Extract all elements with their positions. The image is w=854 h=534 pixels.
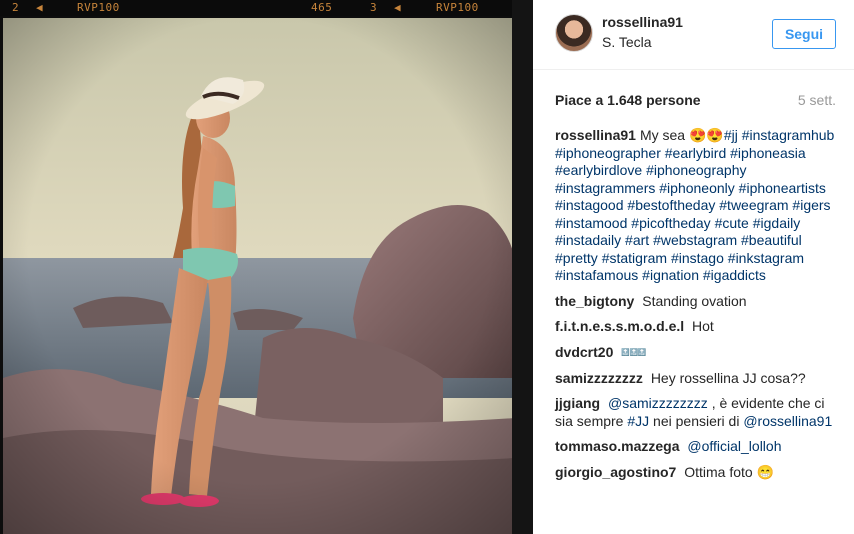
comment-mention[interactable]: @official_lolloh bbox=[687, 438, 781, 454]
post-username[interactable]: rossellina91 bbox=[602, 14, 683, 30]
hashtag-link[interactable]: #tweegram bbox=[719, 197, 788, 213]
hashtag-link[interactable]: #earlybird bbox=[665, 145, 726, 161]
heart-eyes-emoji: 😍😍 bbox=[688, 127, 724, 143]
hashtag-link[interactable]: #pretty bbox=[555, 250, 598, 266]
hashtag-link[interactable]: #ignation bbox=[642, 267, 699, 283]
comment-username[interactable]: jjgiang bbox=[555, 395, 600, 411]
hashtag-link[interactable]: #instago bbox=[671, 250, 724, 266]
comments-list: rossellina91 My sea 😍😍#jj #instagramhub #… bbox=[555, 127, 845, 489]
comment-item: dvdcrt20 🔝🔝🔝 bbox=[555, 344, 845, 362]
photo-panel: 2 ◀ RVP100 465 3 ◀ RVP100 bbox=[0, 0, 533, 534]
hashtag-link[interactable]: #inkstagram bbox=[728, 250, 804, 266]
hashtag-link[interactable]: #instagood bbox=[555, 197, 624, 213]
comment-item: f.i.t.n.e.s.s.m.o.d.e.l Hot bbox=[555, 318, 845, 336]
post-time[interactable]: 5 sett. bbox=[798, 92, 836, 108]
film-label-left: RVP100 bbox=[77, 1, 120, 14]
film-frame-number-right: 3 bbox=[370, 1, 378, 14]
hashtag-link[interactable]: #instagrammers bbox=[555, 180, 655, 196]
film-frame-number-left: 2 bbox=[12, 1, 20, 14]
top-emoji: 🔝🔝🔝 bbox=[621, 349, 646, 357]
beach-photo-image bbox=[3, 18, 512, 534]
follow-button[interactable]: Segui bbox=[772, 19, 836, 49]
comment-username[interactable]: dvdcrt20 bbox=[555, 344, 613, 360]
hashtag-link[interactable]: #picoftheday bbox=[631, 215, 710, 231]
hashtag-link[interactable]: #webstagram bbox=[653, 232, 737, 248]
hashtag-link[interactable]: #beautiful bbox=[741, 232, 802, 248]
likes-count[interactable]: Piace a 1.648 persone bbox=[555, 92, 701, 108]
film-arrow-right: ◀ bbox=[394, 1, 402, 14]
hashtag-link[interactable]: #bestoftheday bbox=[627, 197, 715, 213]
caption-username[interactable]: rossellina91 bbox=[555, 127, 636, 143]
hashtag-link[interactable]: #iphoneartists bbox=[739, 180, 826, 196]
hashtag-link[interactable]: #igdaily bbox=[753, 215, 800, 231]
caption: rossellina91 My sea 😍😍#jj #instagramhub #… bbox=[555, 127, 845, 285]
likes-row: Piace a 1.648 persone 5 sett. bbox=[533, 70, 854, 126]
hashtag-link[interactable]: #igers bbox=[792, 197, 830, 213]
post-location[interactable]: S. Tecla bbox=[602, 34, 652, 50]
film-label-right: RVP100 bbox=[436, 1, 479, 14]
comment-item: tommaso.mazzega @official_lolloh bbox=[555, 438, 845, 456]
post-header: rossellina91 S. Tecla Segui bbox=[533, 0, 854, 70]
comment-username[interactable]: the_bigtony bbox=[555, 293, 634, 309]
comment-text: Hot bbox=[692, 318, 714, 334]
photo-edge bbox=[512, 0, 533, 534]
comment-username[interactable]: f.i.t.n.e.s.s.m.o.d.e.l bbox=[555, 318, 684, 334]
comment-item: giorgio_agostino7 Ottima foto 😁 bbox=[555, 464, 845, 482]
hashtag-link[interactable]: #instagramhub bbox=[742, 127, 835, 143]
comment-username[interactable]: giorgio_agostino7 bbox=[555, 464, 676, 480]
hashtag-link[interactable]: #jj bbox=[724, 127, 738, 143]
post-sidebar: rossellina91 S. Tecla Segui Piace a 1.64… bbox=[533, 0, 854, 534]
film-arrow-left: ◀ bbox=[36, 1, 44, 14]
hashtag-link[interactable]: #instafamous bbox=[555, 267, 638, 283]
hashtag-link[interactable]: #iphoneasia bbox=[730, 145, 806, 161]
comment-item: the_bigtony Standing ovation bbox=[555, 293, 845, 311]
post-photo[interactable] bbox=[0, 18, 512, 534]
film-strip-border: 2 ◀ RVP100 465 3 ◀ RVP100 bbox=[0, 0, 533, 16]
film-frame-count: 465 bbox=[311, 1, 333, 14]
comment-text: Hey rossellina JJ cosa?? bbox=[650, 369, 806, 386]
comment-hashtag[interactable]: #JJ bbox=[627, 413, 649, 429]
comment-text: nei pensieri di bbox=[653, 412, 740, 429]
comment-mention[interactable]: @rossellina91 bbox=[743, 413, 832, 429]
hashtag-link[interactable]: #statigram bbox=[602, 250, 667, 266]
avatar[interactable] bbox=[555, 14, 593, 52]
hashtag-link[interactable]: #earlybirdlove bbox=[555, 162, 642, 178]
hashtag-link[interactable]: #instamood bbox=[555, 215, 627, 231]
comment-mention[interactable]: @samizzzzzzzz bbox=[608, 395, 708, 411]
comment-item: jjgiang @samizzzzzzzz , è evidente che c… bbox=[555, 395, 845, 430]
comment-username[interactable]: tommaso.mazzega bbox=[555, 438, 679, 454]
hashtag-link[interactable]: #iphoneographer bbox=[555, 145, 661, 161]
hashtag-link[interactable]: #iphoneonly bbox=[659, 180, 735, 196]
hashtag-link[interactable]: #art bbox=[625, 232, 649, 248]
caption-hashtags: #jj #instagramhub #iphoneographer #early… bbox=[555, 127, 834, 283]
hashtag-link[interactable]: #iphoneography bbox=[646, 162, 746, 178]
comment-text: Ottima foto 😁 bbox=[684, 463, 775, 480]
hashtag-link[interactable]: #cute bbox=[715, 215, 749, 231]
hashtag-link[interactable]: #instadaily bbox=[555, 232, 621, 248]
comment-username[interactable]: samizzzzzzzz bbox=[555, 370, 643, 386]
hashtag-link[interactable]: #igaddicts bbox=[703, 267, 766, 283]
comment-item: samizzzzzzzz Hey rossellina JJ cosa?? bbox=[555, 370, 845, 388]
comment-text: Standing ovation bbox=[642, 292, 747, 309]
caption-text: My sea bbox=[639, 127, 686, 143]
